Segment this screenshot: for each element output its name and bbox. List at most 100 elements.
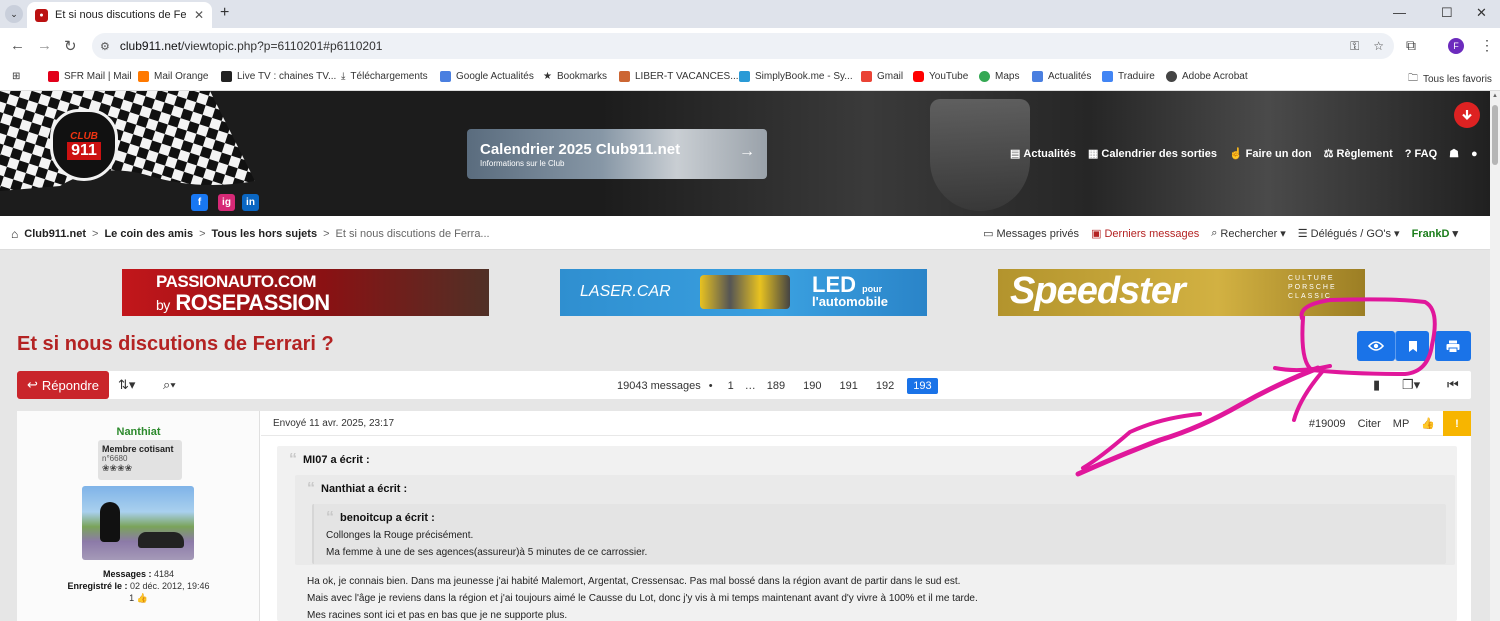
site-settings-icon[interactable]: ⚙ [100, 40, 110, 53]
profile-avatar[interactable]: F [1448, 38, 1464, 54]
calendar-banner[interactable]: Calendrier 2025 Club911.net Informations… [467, 129, 767, 179]
breadcrumb-home[interactable]: Club911.net [24, 228, 86, 240]
caret-down-icon: ▾ [1452, 228, 1458, 240]
bookmark-topic-button[interactable] [1395, 331, 1429, 361]
bookmark-bookmarks[interactable]: ★ Bookmarks [543, 71, 607, 82]
bookmark-liber-t[interactable]: LIBER-T VACANCES... [619, 71, 739, 82]
ad-speedster[interactable]: Speedster CULTURE PORSCHE CLASSIC [998, 269, 1365, 316]
star-icon: ★ [543, 71, 552, 82]
browser-toolbar: ← → ↻ ⚙ club911.net/viewtopic.php?p=6110… [0, 28, 1500, 64]
apple-icon[interactable]: ● [1471, 147, 1478, 160]
bookmark-acrobat[interactable]: Adobe Acrobat [1166, 71, 1248, 82]
tab-search-button[interactable]: ⌄ [5, 5, 23, 23]
scroll-up-icon[interactable]: ▲ [1492, 93, 1498, 99]
forward-arrow-icon[interactable]: → [37, 37, 52, 54]
breadcrumb-subforum[interactable]: Tous les hors sujets [212, 228, 318, 240]
home-icon[interactable]: ⌂ [11, 227, 18, 241]
bookmark-simplybook[interactable]: SimplyBook.me - Sy... [739, 71, 853, 82]
nav-donate[interactable]: ☝ Faire un don [1229, 147, 1312, 161]
all-bookmarks[interactable]: 🗀 Tous les favoris [1408, 71, 1492, 88]
report-button[interactable]: ! [1443, 411, 1471, 436]
bookmark-youtube[interactable]: YouTube [913, 71, 968, 82]
copy-icon[interactable]: ❐▾ [1402, 377, 1420, 393]
nav-calendar[interactable]: ▦ Calendrier des sorties [1088, 147, 1217, 161]
page-link[interactable]: 192 [867, 380, 903, 392]
topic-search-icon[interactable]: ⌕▾ [163, 377, 176, 393]
current-page[interactable]: 193 [907, 378, 938, 394]
post-number[interactable]: #19009 [1309, 418, 1346, 430]
news-icon: ▤ [1010, 148, 1021, 160]
bookmark-gmail[interactable]: Gmail [861, 71, 903, 82]
address-bar[interactable]: ⚙ club911.net/viewtopic.php?p=6110201#p6… [92, 33, 1394, 59]
avatar[interactable] [82, 486, 194, 560]
password-key-icon[interactable]: ⚿ [1350, 39, 1359, 54]
site-header: CLUB 911 f ig in Calendrier 2025 Club911… [0, 91, 1490, 216]
ad-passionauto[interactable]: PASSIONAUTO.COM by ROSEPASSION [122, 269, 489, 316]
android-icon[interactable]: ☗ [1449, 147, 1459, 160]
page-title[interactable]: Et si nous discutions de Ferrari ? [17, 333, 334, 356]
facebook-icon[interactable]: f [191, 194, 208, 211]
download-circle-icon[interactable] [1454, 102, 1480, 128]
instagram-icon[interactable]: ig [218, 194, 235, 211]
bookmark-maps[interactable]: Maps [979, 71, 1019, 82]
gmail-icon [861, 71, 872, 82]
watch-topic-button[interactable] [1357, 331, 1395, 361]
linkedin-icon[interactable]: in [242, 194, 259, 211]
scrollbar-thumb[interactable] [1492, 105, 1498, 165]
rank-badge: Membre cotisant n°6680 ❀❀❀❀ [98, 440, 182, 480]
user-menu[interactable]: FrankD ▾ [1412, 227, 1458, 241]
ad-lasercar[interactable]: LASER.CAR LED pour l'automobile [560, 269, 927, 316]
post-header: Envoyé 11 avr. 2025, 23:17 #19009 Citer … [261, 411, 1471, 436]
bookmark-sfr[interactable]: SFR Mail | Mail [48, 71, 132, 82]
bookmark-star-icon[interactable]: ☆ [1373, 39, 1384, 54]
document-icon[interactable]: ▮ [1373, 377, 1380, 393]
bookmark-live-tv[interactable]: Live TV : chaines TV... [221, 71, 336, 82]
browser-menu-icon[interactable]: ⋮ [1480, 37, 1494, 54]
extensions-icon[interactable]: ⧉ [1406, 37, 1416, 54]
bookmark-orange[interactable]: Mail Orange [138, 71, 208, 82]
nav-faq[interactable]: ? FAQ [1405, 147, 1437, 160]
apps-grid-icon[interactable]: ⊞ [12, 71, 20, 82]
thumbs-up-icon: 👍 [136, 593, 148, 603]
search-menu[interactable]: ⌕ Rechercher ▾ [1211, 227, 1286, 240]
led-bulbs-image [700, 275, 790, 309]
quote-text: Collonges la Rouge précisément. [326, 530, 474, 541]
breadcrumb-current[interactable]: Et si nous discutions de Ferra... [336, 228, 490, 240]
google-news-icon [440, 71, 451, 82]
download-icon: ⤓ [341, 71, 346, 82]
bookmark-news[interactable]: Actualités [1032, 71, 1091, 82]
page-link[interactable]: 190 [794, 380, 830, 392]
close-tab-icon[interactable]: ✕ [194, 8, 204, 22]
private-messages-link[interactable]: ▭ Messages privés [983, 227, 1079, 241]
bookmark-google-news[interactable]: Google Actualités [440, 71, 534, 82]
latest-messages-link[interactable]: ▣ Derniers messages [1091, 227, 1199, 241]
quote-button[interactable]: Citer [1358, 418, 1381, 430]
close-window-button[interactable]: ✕ [1476, 5, 1487, 21]
print-topic-button[interactable] [1435, 331, 1471, 361]
minimize-window-button[interactable]: — [1393, 5, 1406, 20]
delegates-menu[interactable]: ☰ Délégués / GO's ▾ [1297, 227, 1400, 241]
breadcrumb-forum[interactable]: Le coin des amis [104, 228, 193, 240]
page-link[interactable]: 191 [830, 380, 866, 392]
quote-mark-icon: “ [289, 451, 297, 468]
skip-to-first-icon[interactable]: ⏮ [1447, 377, 1459, 393]
nav-rules[interactable]: ⚖ Règlement [1324, 147, 1393, 161]
browser-tab-active[interactable]: ● Et si nous discutions de Ferrari ✕ [27, 2, 212, 28]
back-arrow-icon[interactable]: ← [10, 37, 25, 54]
sort-icon[interactable]: ⇅▾ [118, 377, 135, 393]
page-link[interactable]: 189 [758, 380, 794, 392]
list-icon: ☰ [1297, 228, 1308, 240]
post-author[interactable]: Nanthiat [17, 426, 260, 438]
page-link[interactable]: 1 [719, 380, 743, 392]
pm-button[interactable]: MP [1393, 418, 1410, 430]
page-scrollbar[interactable]: ▲ [1490, 91, 1500, 621]
club911-logo[interactable]: CLUB 911 [50, 109, 118, 181]
reply-button[interactable]: ↩ Répondre [17, 371, 109, 399]
bookmark-translate[interactable]: Traduire [1102, 71, 1155, 82]
nav-news[interactable]: ▤ Actualités [1010, 147, 1076, 161]
new-tab-button[interactable]: + [220, 4, 229, 22]
bookmark-downloads[interactable]: ⤓ Téléchargements [341, 71, 428, 82]
reload-icon[interactable]: ↻ [64, 37, 77, 55]
maximize-window-button[interactable]: ☐ [1441, 5, 1453, 21]
like-icon[interactable]: 👍 [1421, 417, 1435, 430]
